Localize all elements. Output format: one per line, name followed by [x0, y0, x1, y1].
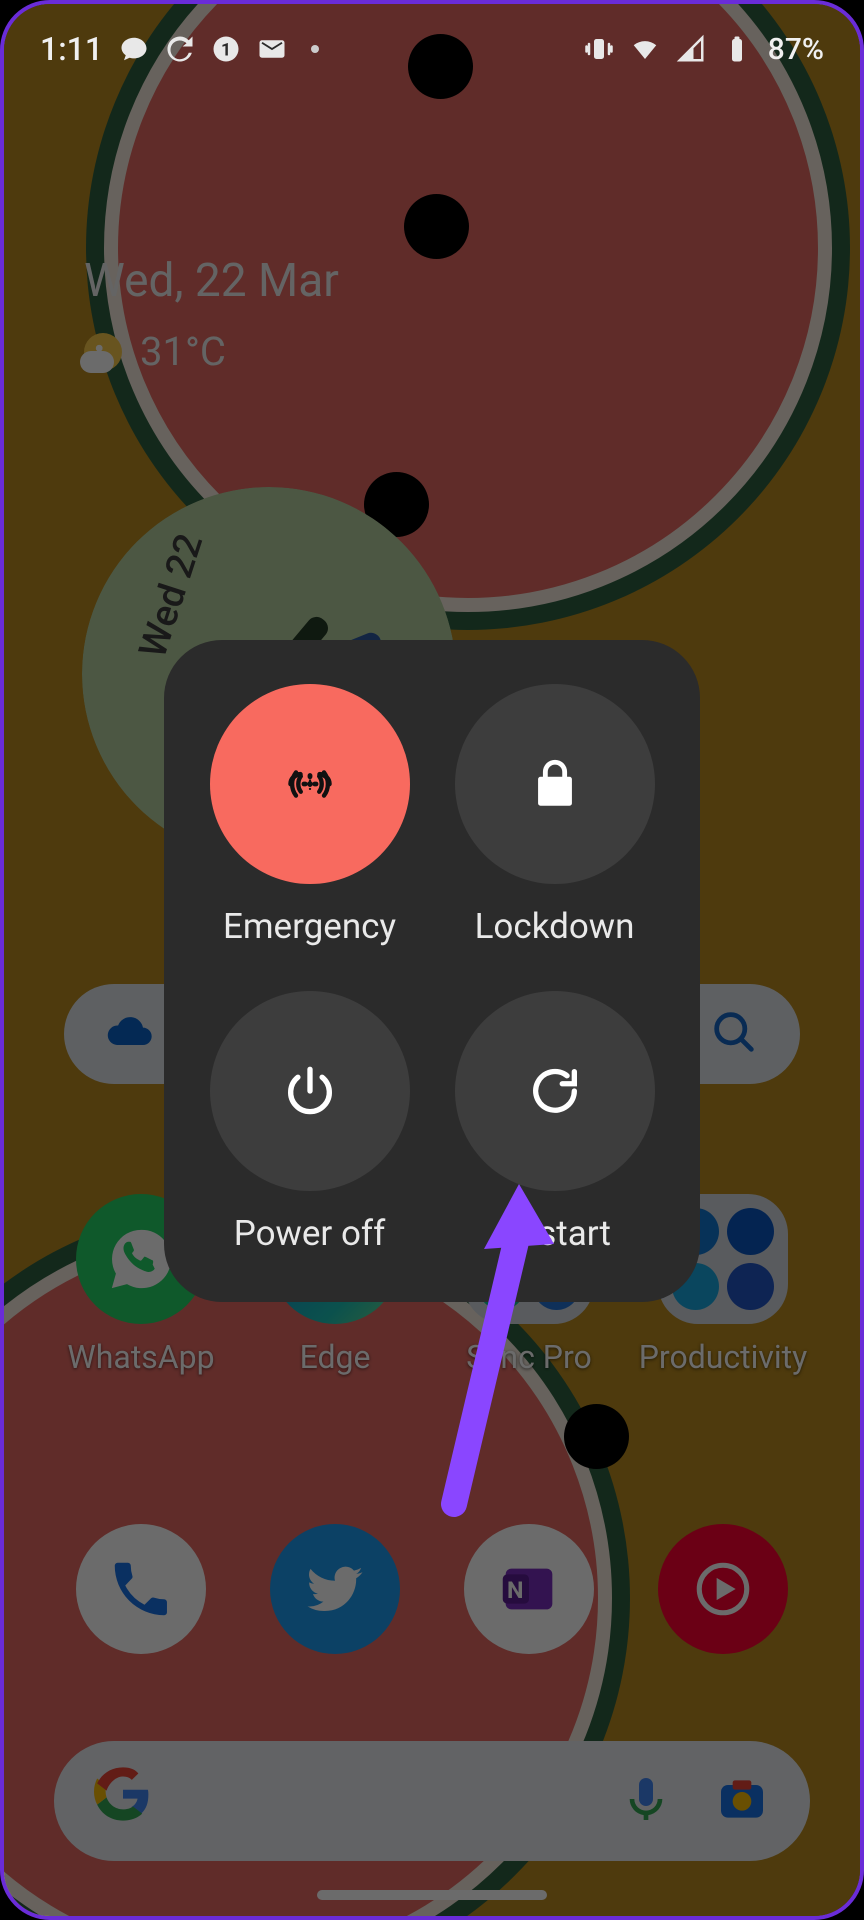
signal-icon	[676, 34, 706, 64]
power-menu-poweroff[interactable]: Power off	[200, 991, 419, 1254]
svg-text:!: !	[308, 777, 312, 794]
power-menu-label: Emergency	[223, 906, 396, 947]
lock-icon	[455, 684, 655, 884]
restart-icon	[455, 991, 655, 1191]
battery-icon	[722, 34, 752, 64]
emergency-icon: !	[210, 684, 410, 884]
statusbar-clock: 1:11	[40, 30, 103, 68]
battery-percentage: 87%	[768, 32, 824, 67]
vibrate-icon	[584, 34, 614, 64]
more-notifications-dot	[311, 45, 319, 53]
power-menu-lockdown[interactable]: Lockdown	[445, 684, 664, 947]
badge-1-icon: 1	[211, 34, 241, 64]
power-menu-label: Lockdown	[475, 906, 635, 947]
wifi-icon	[630, 34, 660, 64]
chat-icon	[119, 34, 149, 64]
svg-text:1: 1	[221, 40, 231, 60]
power-menu-restart[interactable]: Restart	[445, 991, 664, 1254]
power-menu-label: Restart	[498, 1213, 611, 1254]
status-bar: 1:11 1 87%	[4, 4, 860, 84]
power-menu: ! Emergency Lockdown	[164, 640, 700, 1302]
power-icon	[210, 991, 410, 1191]
sync-icon	[165, 34, 195, 64]
power-menu-label: Power off	[234, 1213, 386, 1254]
outlook-icon	[257, 34, 287, 64]
power-menu-emergency[interactable]: ! Emergency	[200, 684, 419, 947]
